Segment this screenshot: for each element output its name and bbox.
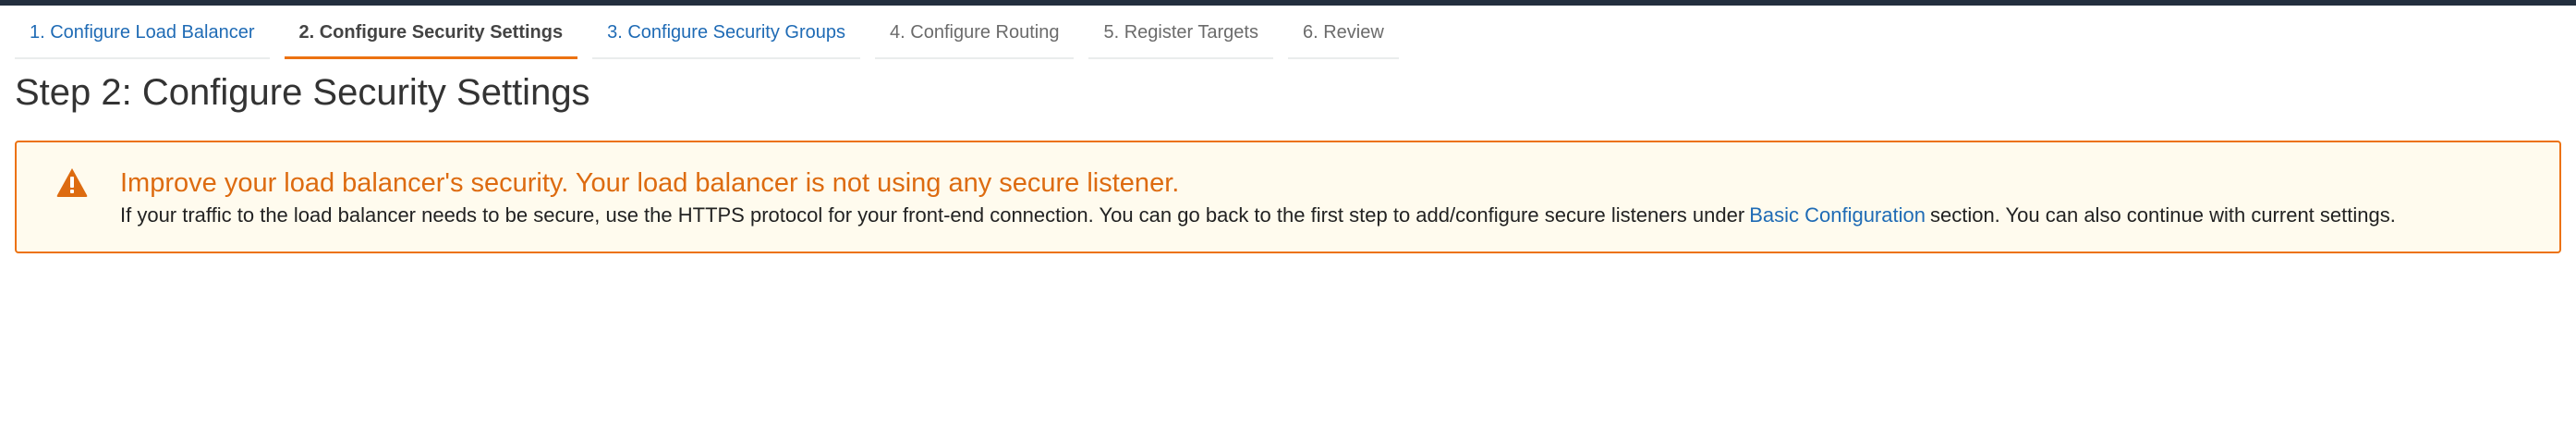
wizard-steps: 1. Configure Load Balancer 2. Configure … bbox=[15, 13, 1414, 59]
alert-message-text-end: section. You can also continue with curr… bbox=[1929, 203, 2396, 227]
tab-configure-routing: 4. Configure Routing bbox=[875, 13, 1075, 59]
alert-title: Improve your load balancer's security. Y… bbox=[120, 168, 1180, 198]
basic-configuration-link[interactable]: Basic Configuration bbox=[1749, 203, 1926, 227]
security-warning-alert: Improve your load balancer's security. Y… bbox=[15, 141, 2561, 253]
top-navigation-bar bbox=[0, 0, 2576, 6]
tab-configure-security-settings[interactable]: 2. Configure Security Settings bbox=[284, 13, 578, 59]
alert-message: If your traffic to the load balancer nee… bbox=[120, 203, 2396, 227]
warning-icon bbox=[55, 166, 89, 198]
tab-configure-security-groups[interactable]: 3. Configure Security Groups bbox=[592, 13, 861, 59]
tab-review: 6. Review bbox=[1287, 13, 1399, 59]
tab-register-targets: 5. Register Targets bbox=[1088, 13, 1273, 59]
tab-configure-load-balancer[interactable]: 1. Configure Load Balancer bbox=[15, 13, 270, 59]
page-title: Step 2: Configure Security Settings bbox=[15, 72, 590, 113]
alert-message-text: If your traffic to the load balancer nee… bbox=[120, 203, 1745, 227]
